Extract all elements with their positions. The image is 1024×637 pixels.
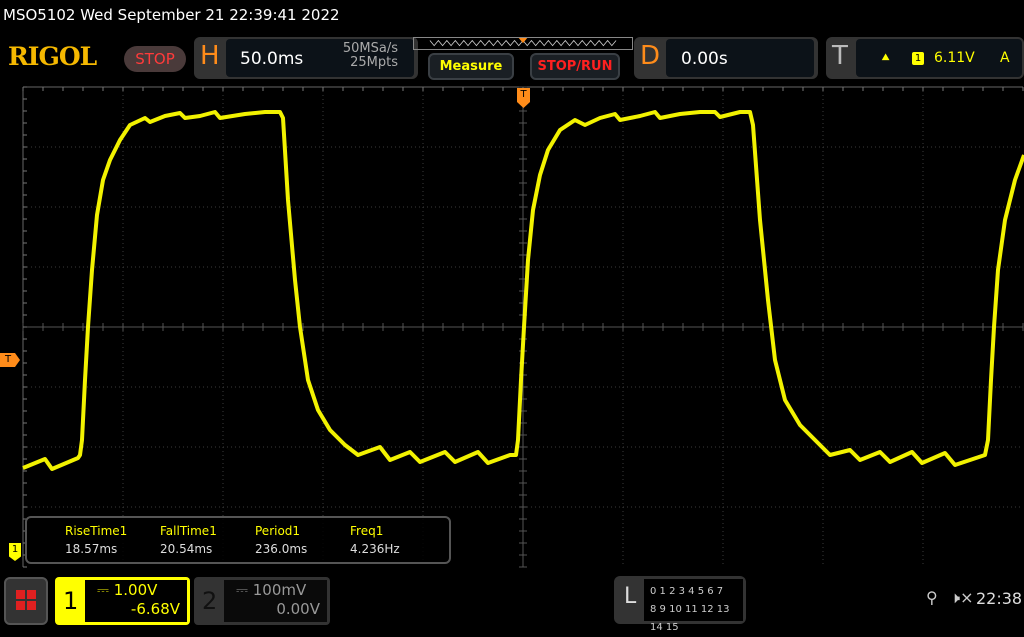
channel1-panel[interactable]: 1 ⎓ 1.00V -6.68V bbox=[55, 577, 190, 625]
dc-coupling-icon: ⎓ bbox=[97, 581, 114, 599]
logic-channels-row1: 0 1 2 3 4 5 6 7 bbox=[650, 586, 724, 597]
measurement-value: 18.57ms bbox=[65, 542, 118, 556]
logic-channels-row2: 8 9 10 11 12 13 14 15 bbox=[650, 604, 730, 633]
channel1-scale: 1.00V bbox=[113, 581, 158, 599]
logic-letter: L bbox=[624, 584, 637, 609]
measurement-label: Period1 bbox=[255, 524, 301, 538]
measurement-label: RiseTime1 bbox=[65, 524, 128, 538]
grid-menu-icon[interactable] bbox=[4, 577, 48, 625]
channel1-number: 1 bbox=[63, 587, 79, 615]
dc-coupling-icon: ⎓ bbox=[236, 581, 253, 599]
clock: 22:38 bbox=[976, 589, 1023, 608]
channel2-number: 2 bbox=[202, 587, 218, 615]
measurement-frequency[interactable]: Freq1 4.236Hz bbox=[350, 524, 400, 556]
measurement-rise-time[interactable]: RiseTime1 18.57ms bbox=[65, 524, 127, 556]
channel2-panel[interactable]: 2 ⎓ 100mV 0.00V bbox=[194, 577, 330, 625]
logic-channels-panel[interactable]: L 0 1 2 3 4 5 6 7 8 9 10 11 12 13 14 15 bbox=[614, 576, 746, 633]
measurement-value: 4.236Hz bbox=[350, 542, 400, 556]
speaker-muted-icon[interactable]: 🕨× bbox=[950, 588, 974, 608]
channel2-scale: 100mV bbox=[252, 581, 307, 599]
measurement-fall-time[interactable]: FallTime1 20.54ms bbox=[160, 524, 217, 556]
channel2-offset: 0.00V bbox=[276, 600, 320, 618]
measurement-label: FallTime1 bbox=[160, 524, 217, 538]
measurement-value: 20.54ms bbox=[160, 542, 213, 556]
measurement-panel: RiseTime1 18.57ms FallTime1 20.54ms Period… bbox=[25, 516, 451, 564]
usb-icon: ⚲ bbox=[926, 588, 938, 607]
measurement-label: Freq1 bbox=[350, 524, 384, 538]
measurement-period[interactable]: Period1 236.0ms bbox=[255, 524, 307, 556]
channel1-offset: -6.68V bbox=[130, 600, 180, 618]
measurement-value: 236.0ms bbox=[255, 542, 308, 556]
